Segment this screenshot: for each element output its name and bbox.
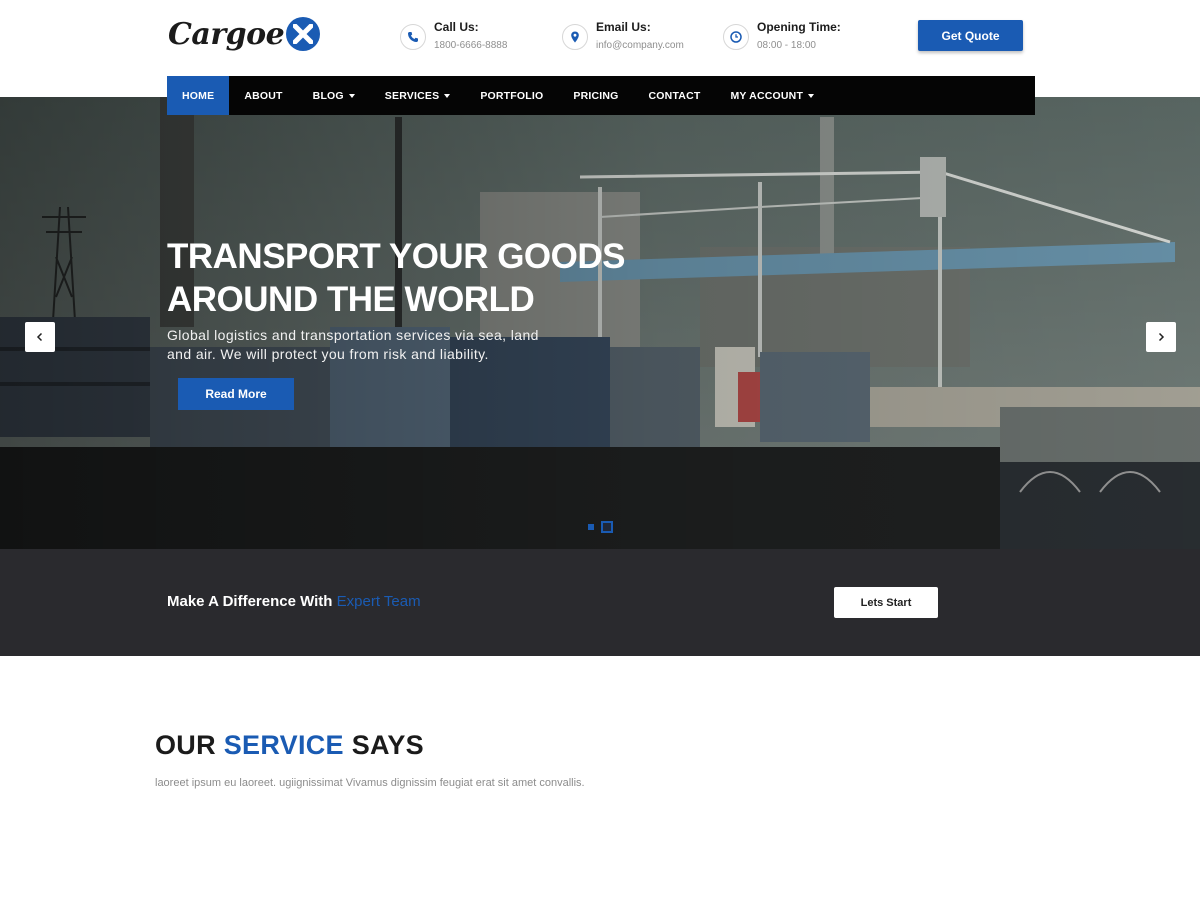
service-title-part1: OUR <box>155 730 216 760</box>
phone-icon <box>400 24 426 50</box>
nav-item-portfolio[interactable]: PORTFOLIO <box>465 76 558 115</box>
caret-down-icon <box>348 93 355 98</box>
slider-dot-1[interactable] <box>588 524 594 530</box>
contact-email-value[interactable]: info@company.com <box>596 35 684 57</box>
contact-email-label: Email Us: <box>596 20 651 34</box>
chevron-right-icon <box>1158 332 1165 342</box>
contact-call: Call Us: 1800-6666-8888 <box>400 19 507 57</box>
hero-subtitle-line1: Global logistics and transportation serv… <box>167 327 539 343</box>
nav-item-label: SERVICES <box>384 89 440 102</box>
logo-text: Cargoe <box>168 16 285 52</box>
cta-text-main: Make A Difference With <box>167 593 333 610</box>
nav-item-label: PORTFOLIO <box>480 89 544 102</box>
map-pin-icon <box>562 24 588 50</box>
caret-down-icon <box>808 93 815 98</box>
main-nav: HOME ABOUT BLOG SERVICES PORTFOLIO PRICI… <box>167 76 1035 115</box>
contact-hours-label: Opening Time: <box>757 20 841 34</box>
service-section-title: OUR SERVICE SAYS <box>155 730 424 761</box>
hero-title: TRANSPORT YOUR GOODS AROUND THE WORLD <box>167 235 687 321</box>
slider-dot-2-active[interactable] <box>601 521 613 533</box>
nav-item-contact[interactable]: CONTACT <box>634 76 716 115</box>
get-quote-button[interactable]: Get Quote <box>918 20 1023 51</box>
chevron-left-icon <box>36 332 43 342</box>
read-more-button[interactable]: Read More <box>178 378 294 410</box>
contact-hours: Opening Time: 08:00 - 18:00 <box>723 19 841 57</box>
nav-item-services[interactable]: SERVICES <box>370 76 466 115</box>
caret-down-icon <box>444 93 451 98</box>
clock-icon <box>723 24 749 50</box>
lets-start-button[interactable]: Lets Start <box>834 587 938 618</box>
cta-text-highlight: Expert Team <box>336 593 421 610</box>
logo-x-icon <box>286 17 321 51</box>
service-title-part2: SAYS <box>351 730 424 760</box>
hero-subtitle-line2: and air. We will protect you from risk a… <box>167 346 489 362</box>
nav-item-my-account[interactable]: MY ACCOUNT <box>715 76 829 115</box>
contact-email: Email Us: info@company.com <box>562 19 684 57</box>
cta-band: Make A Difference With Expert Team Lets … <box>0 549 1200 656</box>
nav-item-home[interactable]: HOME <box>167 76 230 115</box>
nav-item-label: MY ACCOUNT <box>730 89 804 102</box>
nav-item-about[interactable]: ABOUT <box>229 76 297 115</box>
service-title-highlight: SERVICE <box>223 730 344 760</box>
nav-item-pricing[interactable]: PRICING <box>558 76 633 115</box>
contact-hours-value: 08:00 - 18:00 <box>757 40 816 51</box>
nav-item-blog[interactable]: BLOG <box>298 76 370 115</box>
nav-item-label: CONTACT <box>648 89 701 102</box>
contact-call-label: Call Us: <box>434 20 479 34</box>
site-logo[interactable]: Cargoe <box>168 14 321 54</box>
hero-slider: TRANSPORT YOUR GOODS AROUND THE WORLD Gl… <box>0 97 1200 549</box>
hero-title-line1: TRANSPORT YOUR GOODS <box>167 237 626 276</box>
nav-item-label: PRICING <box>573 89 619 102</box>
nav-item-label: ABOUT <box>244 89 283 102</box>
cta-text: Make A Difference With Expert Team <box>167 593 421 610</box>
service-section-description: laoreet ipsum eu laoreet. ugiignissimat … <box>155 777 585 789</box>
slider-prev-button[interactable] <box>25 322 55 352</box>
nav-item-label: HOME <box>182 89 215 102</box>
hero-background-image <box>0 97 1200 549</box>
contact-call-value[interactable]: 1800-6666-8888 <box>434 35 507 57</box>
hero-title-line2: AROUND THE WORLD <box>167 280 535 319</box>
slider-next-button[interactable] <box>1146 322 1176 352</box>
nav-item-label: BLOG <box>312 89 344 102</box>
hero-subtitle: Global logistics and transportation serv… <box>167 326 647 364</box>
